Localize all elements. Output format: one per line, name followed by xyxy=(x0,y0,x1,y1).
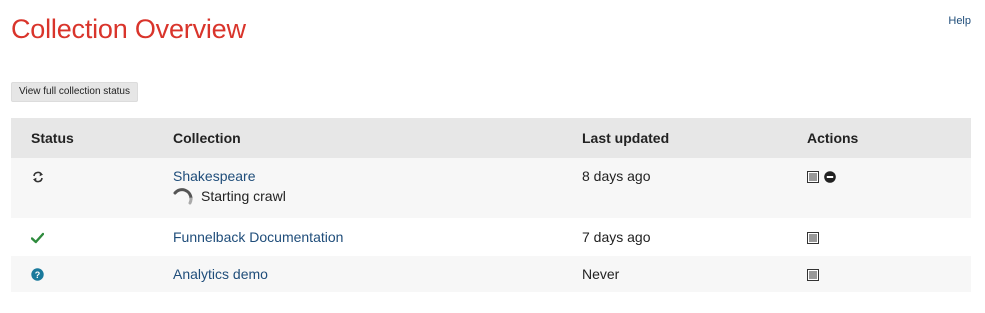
actions-cell xyxy=(807,218,971,256)
status-cell: ? xyxy=(11,256,173,292)
log-icon[interactable] xyxy=(807,268,819,284)
page: Collection Overview Help View full colle… xyxy=(0,0,985,313)
last-updated-cell: 8 days ago xyxy=(582,168,651,184)
collections-table: Status Collection Last updated Actions S… xyxy=(11,118,971,292)
actions-cell xyxy=(807,256,971,292)
collection-link-funnelback-documentation[interactable]: Funnelback Documentation xyxy=(173,229,343,245)
status-cell xyxy=(11,158,173,218)
collection-link-shakespeare[interactable]: Shakespeare xyxy=(173,168,256,184)
loading-spinner-icon xyxy=(173,187,195,205)
status-cell xyxy=(11,218,173,256)
page-title: Collection Overview xyxy=(11,14,246,44)
actions-cell xyxy=(807,158,971,218)
table-row: Funnelback Documentation 7 days ago xyxy=(11,218,971,256)
collection-cell: Analytics demo xyxy=(173,256,582,292)
question-icon: ? xyxy=(31,268,44,284)
svg-text:?: ? xyxy=(35,270,41,280)
view-full-collection-status-button[interactable]: View full collection status xyxy=(11,82,138,102)
column-header-collection[interactable]: Collection xyxy=(173,118,582,158)
refresh-icon xyxy=(32,170,44,186)
crawl-status-text: Starting crawl xyxy=(201,188,286,204)
last-updated-cell: Never xyxy=(582,266,620,282)
last-updated-cell: 7 days ago xyxy=(582,229,651,245)
log-icon[interactable] xyxy=(807,170,819,186)
column-header-actions: Actions xyxy=(807,118,971,158)
table-row: ? Analytics demo Never xyxy=(11,256,971,292)
collection-cell: Funnelback Documentation xyxy=(173,218,582,256)
table-row: Shakespeare Starting crawl 8 days ago xyxy=(11,158,971,218)
log-icon[interactable] xyxy=(807,231,819,247)
crawl-status: Starting crawl xyxy=(173,187,582,205)
table-header-row: Status Collection Last updated Actions xyxy=(11,118,971,158)
help-link[interactable]: Help xyxy=(948,15,971,27)
collection-cell: Shakespeare Starting crawl xyxy=(173,158,582,218)
column-header-status[interactable]: Status xyxy=(11,118,173,158)
collection-link-analytics-demo[interactable]: Analytics demo xyxy=(173,266,268,282)
stop-icon[interactable] xyxy=(824,170,836,186)
column-header-last-updated[interactable]: Last updated xyxy=(582,118,807,158)
check-icon xyxy=(30,231,45,247)
